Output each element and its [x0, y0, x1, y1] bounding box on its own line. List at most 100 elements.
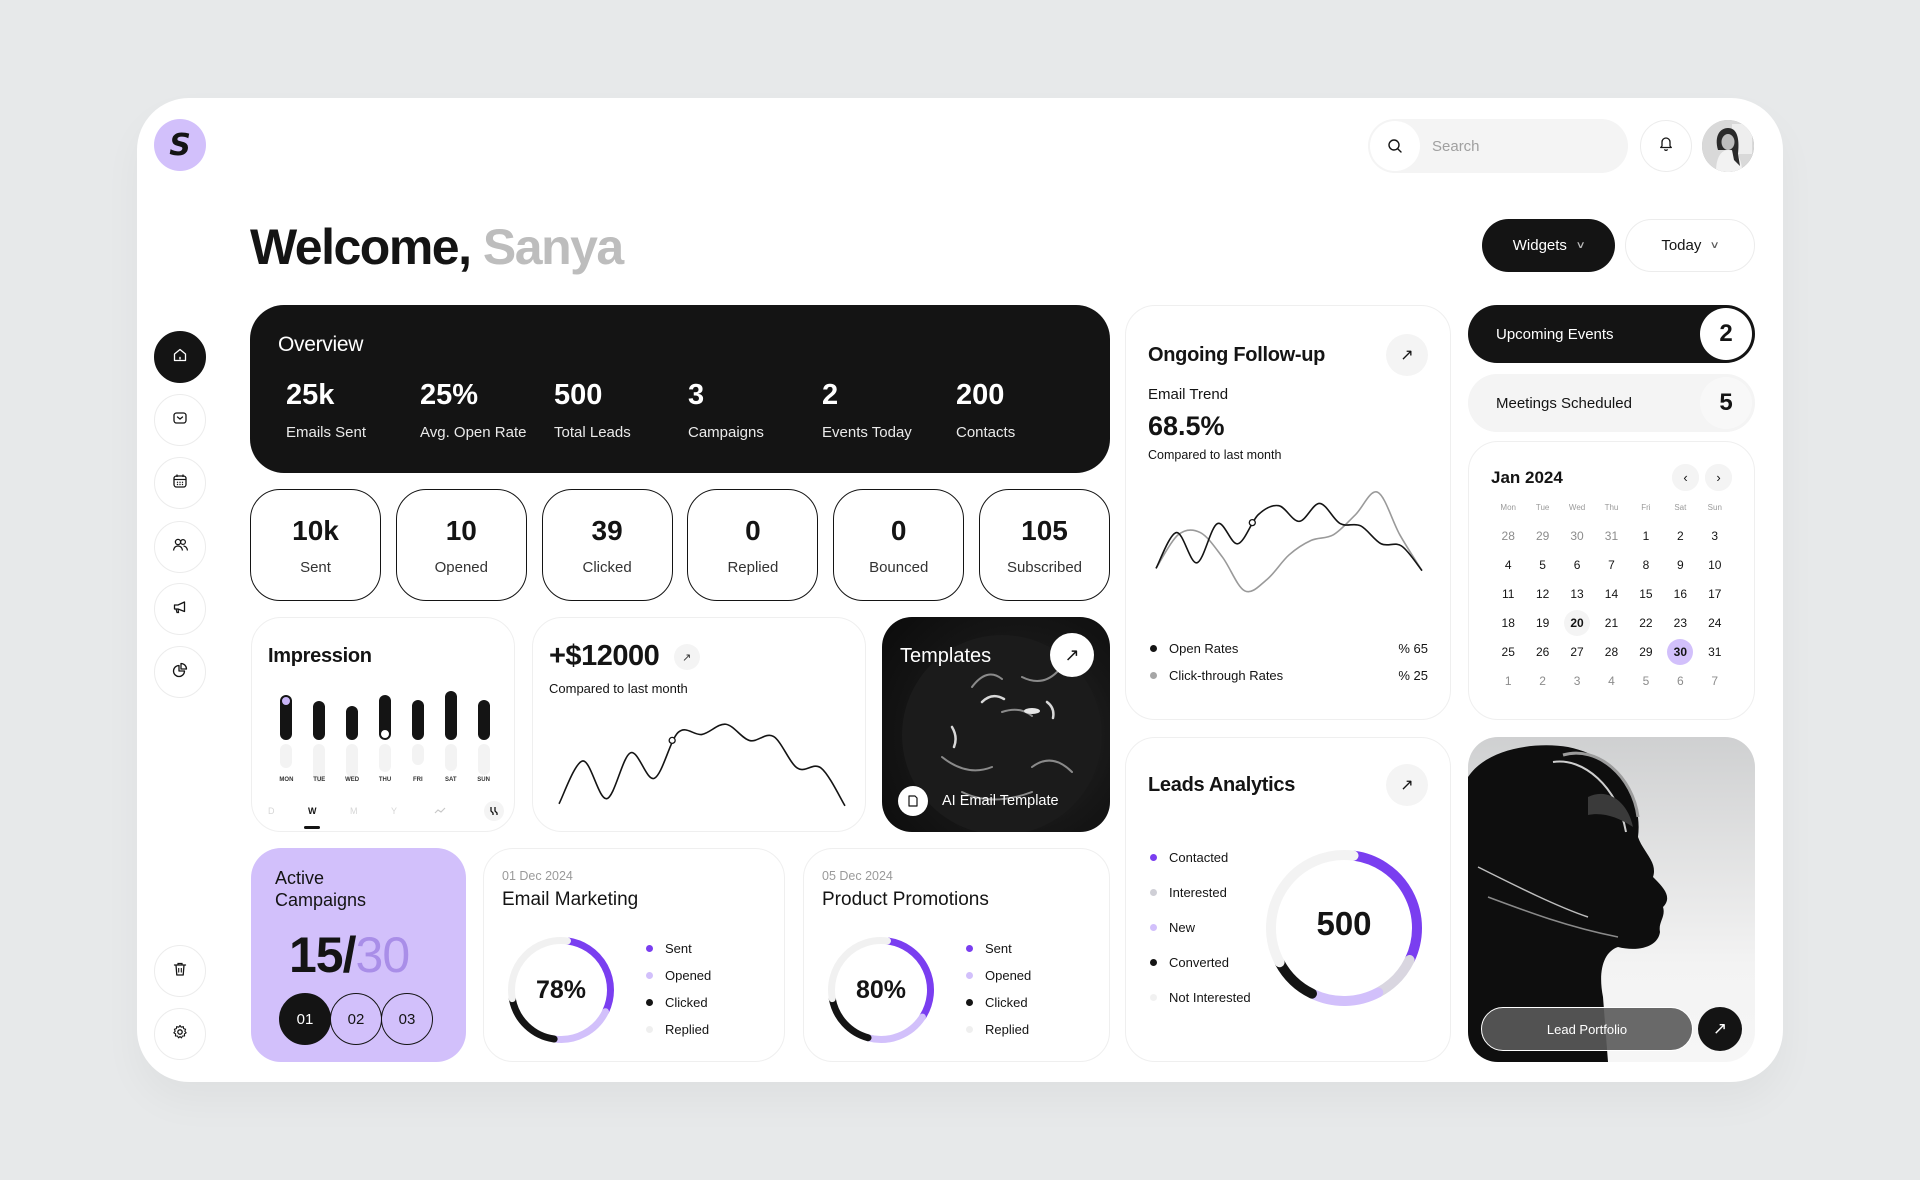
calendar-day[interactable]: 5 [1525, 550, 1559, 579]
email-stat-replied[interactable]: 0 Replied [687, 489, 819, 601]
email-stat-opened[interactable]: 10 Opened [395, 489, 527, 601]
calendar-next-button[interactable]: › [1705, 464, 1732, 491]
sidebar-item-contacts[interactable] [154, 521, 206, 573]
calendar-day[interactable]: 8 [1629, 550, 1663, 579]
campaign-card-product-promotions[interactable]: 05 Dec 2024 Product Promotions 80% Sent … [803, 848, 1110, 1062]
widgets-dropdown[interactable]: Widgets ∨ [1482, 219, 1615, 272]
calendar-day[interactable]: 20 [1560, 608, 1594, 637]
ai-email-template-link[interactable]: AI Email Template [898, 786, 1059, 816]
calendar-day[interactable]: 17 [1698, 579, 1732, 608]
sidebar-item-campaigns[interactable] [154, 583, 206, 635]
templates-card[interactable]: Templates ↗ AI Email Template [882, 617, 1110, 832]
calendar-day-selected[interactable]: 30 [1663, 637, 1697, 666]
line-chart-toggle[interactable] [430, 801, 450, 821]
calendar-day[interactable]: 24 [1698, 608, 1732, 637]
email-stat-bounced[interactable]: 0 Bounced [833, 489, 965, 601]
calendar-day[interactable]: 26 [1525, 637, 1559, 666]
impression-bar[interactable] [444, 691, 457, 740]
impression-bar[interactable] [346, 706, 359, 740]
chart-point-marker[interactable] [1248, 518, 1256, 527]
bar-chart-toggle[interactable] [483, 801, 504, 821]
sidebar-item-trash[interactable] [154, 945, 206, 997]
calendar-day[interactable]: 27 [1560, 637, 1594, 666]
calendar-day[interactable]: 6 [1560, 550, 1594, 579]
calendar-day[interactable]: 5 [1629, 666, 1663, 695]
sidebar-item-mail[interactable] [154, 394, 206, 446]
donut-segment-opened[interactable] [864, 1013, 926, 1043]
lead-portfolio-open-button[interactable]: ↗ [1698, 1007, 1742, 1051]
calendar-day[interactable]: 1 [1491, 666, 1525, 695]
impression-bar[interactable] [313, 701, 326, 740]
search-icon[interactable] [1370, 121, 1420, 171]
impression-bar[interactable] [411, 699, 424, 740]
lead-portfolio-button[interactable]: Lead Portfolio [1481, 1007, 1693, 1051]
calendar-day[interactable]: 2 [1525, 666, 1559, 695]
calendar-day[interactable]: 23 [1663, 608, 1697, 637]
search-input[interactable] [1432, 137, 1592, 155]
calendar-day[interactable]: 11 [1491, 579, 1525, 608]
range-tab-week[interactable]: W [304, 806, 320, 829]
email-stat-clicked[interactable]: 39 Clicked [541, 489, 673, 601]
campaign-card-email-marketing[interactable]: 01 Dec 2024 Email Marketing 78% Sent Ope… [483, 848, 785, 1062]
calendar-day[interactable]: 7 [1698, 666, 1732, 695]
calendar-day[interactable]: 31 [1594, 521, 1628, 550]
calendar-day[interactable]: 25 [1491, 637, 1525, 666]
calendar-day[interactable]: 22 [1629, 608, 1663, 637]
calendar-day[interactable]: 18 [1491, 608, 1525, 637]
calendar-day[interactable]: 29 [1629, 637, 1663, 666]
calendar-day[interactable]: 14 [1594, 579, 1628, 608]
range-tab-month[interactable]: M [350, 806, 358, 816]
sidebar-item-settings[interactable] [154, 1008, 206, 1060]
calendar-day[interactable]: 3 [1560, 666, 1594, 695]
calendar-day[interactable]: 30 [1560, 521, 1594, 550]
calendar-day[interactable]: 3 [1698, 521, 1732, 550]
range-tab-year[interactable]: Y [391, 806, 397, 816]
impression-bar[interactable] [477, 699, 490, 740]
sidebar-item-home[interactable] [154, 331, 206, 383]
calendar-day[interactable]: 31 [1698, 637, 1732, 666]
notifications-button[interactable] [1640, 120, 1692, 172]
calendar-day[interactable]: 13 [1560, 579, 1594, 608]
calendar-day[interactable]: 7 [1594, 550, 1628, 579]
followup-open-button[interactable]: ↗ [1386, 334, 1428, 376]
campaign-step-02[interactable]: 02 [330, 993, 382, 1045]
calendar-day[interactable]: 9 [1663, 550, 1697, 579]
range-tab-day[interactable]: D [268, 806, 275, 816]
donut-segment-clicked[interactable] [508, 995, 558, 1043]
calendar-day[interactable]: 4 [1594, 666, 1628, 695]
email-stat-sent[interactable]: 10k Sent [250, 489, 381, 601]
calendar-day[interactable]: 1 [1629, 521, 1663, 550]
templates-open-button[interactable]: ↗ [1050, 633, 1094, 677]
calendar-day[interactable]: 21 [1594, 608, 1628, 637]
donut-segment-opened[interactable] [551, 1008, 609, 1043]
campaign-step-03[interactable]: 03 [381, 993, 433, 1045]
campaign-step-01[interactable]: 01 [279, 993, 331, 1045]
donut-segment-new[interactable] [1307, 987, 1384, 1006]
calendar-day[interactable]: 28 [1594, 637, 1628, 666]
email-stat-subscribed[interactable]: 105 Subscribed [978, 489, 1110, 601]
calendar-day[interactable]: 4 [1491, 550, 1525, 579]
calendar-day[interactable]: 12 [1525, 579, 1559, 608]
calendar-day[interactable]: 29 [1525, 521, 1559, 550]
user-avatar[interactable] [1702, 120, 1754, 172]
calendar-prev-button[interactable]: ‹ [1672, 464, 1699, 491]
leads-open-button[interactable]: ↗ [1386, 764, 1428, 806]
donut-segment-interested[interactable] [1373, 955, 1415, 998]
chart-point-marker[interactable] [668, 736, 676, 745]
calendar-day[interactable]: 19 [1525, 608, 1559, 637]
calendar-day[interactable]: 10 [1698, 550, 1732, 579]
sidebar-item-calendar[interactable] [154, 457, 206, 509]
revenue-open-button[interactable]: ↗ [673, 644, 700, 670]
calendar-day[interactable]: 28 [1491, 521, 1525, 550]
meetings-scheduled-button[interactable]: Meetings Scheduled 5 [1468, 374, 1755, 432]
calendar-day[interactable]: 2 [1663, 521, 1697, 550]
sidebar-item-reports[interactable] [154, 646, 206, 698]
date-range-dropdown[interactable]: Today ∨ [1625, 219, 1755, 272]
calendar-day[interactable]: 6 [1663, 666, 1697, 695]
calendar-day[interactable]: 16 [1663, 579, 1697, 608]
search-bar[interactable] [1368, 119, 1628, 173]
app-logo[interactable]: S [154, 119, 206, 171]
donut-segment-converted[interactable] [1274, 957, 1317, 999]
upcoming-events-button[interactable]: Upcoming Events 2 [1468, 305, 1755, 363]
calendar-day[interactable]: 15 [1629, 579, 1663, 608]
